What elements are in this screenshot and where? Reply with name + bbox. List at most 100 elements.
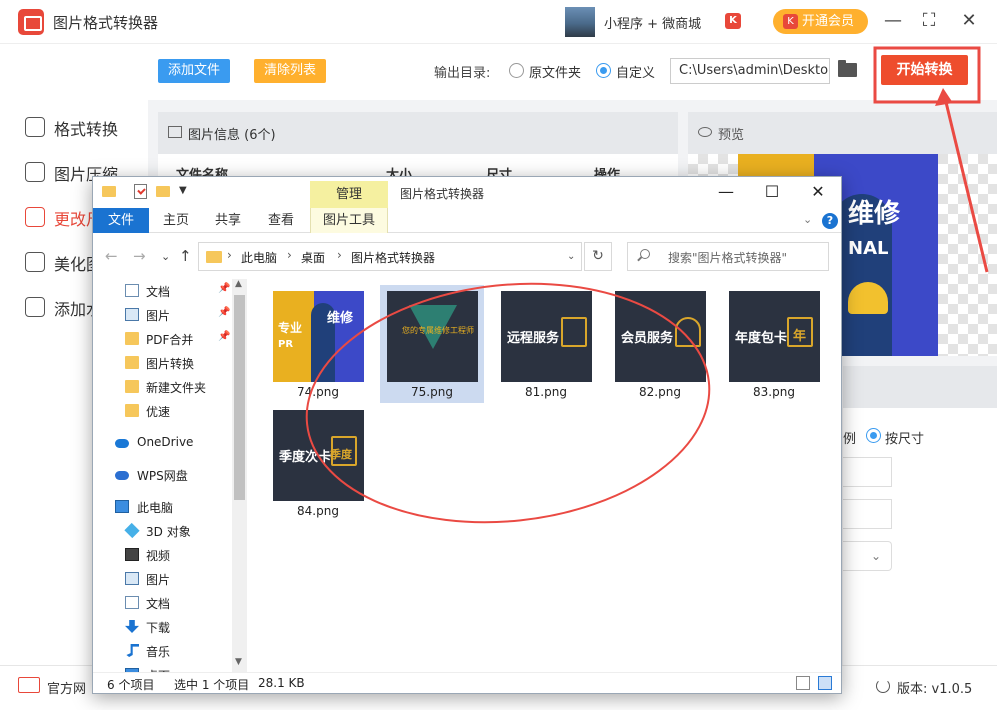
nav-item-pdf-merge[interactable]: PDF合并 📌 xyxy=(93,327,233,351)
explorer-title-bar: ▼ 管理 图片格式转换器 — ☐ ✕ xyxy=(93,177,841,208)
scroll-down-icon[interactable]: ▼ xyxy=(235,657,242,667)
clear-list-button[interactable]: 清除列表 xyxy=(254,59,326,83)
nav-item-image-convert[interactable]: 图片转换 xyxy=(93,351,233,375)
vip-icon: K xyxy=(783,14,798,29)
add-files-button[interactable]: 添加文件 xyxy=(158,59,230,83)
close-button[interactable]: ✕ xyxy=(958,10,980,32)
file-name: 84.png xyxy=(297,504,339,518)
nav-item-desktop[interactable]: 桌面 xyxy=(93,663,233,672)
file-thumbnail: 专业 维修 PR xyxy=(273,291,364,382)
nav-item-pictures[interactable]: 图片 📌 xyxy=(93,303,233,327)
unit-select[interactable]: ⌄ xyxy=(843,541,892,571)
properties-icon[interactable] xyxy=(134,184,147,199)
radio-original-label: 原文件夹 xyxy=(529,66,582,81)
minimize-button[interactable]: — xyxy=(882,10,904,32)
thumbnail-text: 季度次卡 xyxy=(279,450,332,465)
scrollbar-thumb[interactable] xyxy=(234,295,245,500)
nav-item-wps-cloud[interactable]: WPS网盘 xyxy=(93,463,233,487)
height-field[interactable] xyxy=(843,499,892,529)
address-dropdown-icon[interactable]: ⌄ xyxy=(567,251,575,262)
nav-item-this-pc[interactable]: 此电脑 xyxy=(93,495,233,519)
tab-file[interactable]: 文件 xyxy=(93,208,149,233)
file-item[interactable]: 季度次卡 季度 84.png xyxy=(266,404,370,522)
large-icons-view-icon[interactable] xyxy=(818,676,832,690)
search-input[interactable]: 搜索"图片格式转换器" xyxy=(627,242,829,271)
nav-item-yousu[interactable]: 优速 xyxy=(93,399,233,423)
chevron-right-icon: › xyxy=(287,248,292,262)
address-bar[interactable]: › 此电脑 › 桌面 › 图片格式转换器 ⌄ xyxy=(198,242,582,271)
width-field[interactable] xyxy=(843,457,892,487)
start-convert-button[interactable]: 开始转换 xyxy=(881,55,968,85)
app-logo-icon xyxy=(18,9,44,35)
breadcrumb-this-pc[interactable]: 此电脑 xyxy=(241,249,277,266)
nav-item-3d-objects[interactable]: 3D 对象 xyxy=(93,519,233,543)
scroll-up-icon[interactable]: ▲ xyxy=(235,279,242,289)
item-count: 6 个项目 xyxy=(107,678,155,692)
file-item[interactable]: 年度包卡 年 83.png xyxy=(722,285,826,403)
refresh-button[interactable]: ↻ xyxy=(584,242,612,271)
nav-item-documents-pc[interactable]: 文档 xyxy=(93,591,233,615)
vip-label: 开通会员 xyxy=(802,14,855,29)
breadcrumb-current-folder[interactable]: 图片格式转换器 xyxy=(351,249,435,266)
breadcrumb-desktop[interactable]: 桌面 xyxy=(301,249,325,266)
selected-size: 28.1 KB xyxy=(258,676,305,690)
recent-locations-icon[interactable]: ⌄ xyxy=(161,250,170,263)
mini-program-link[interactable]: 小程序 + 微商城 xyxy=(604,13,701,32)
maximize-button[interactable]: ⛶ xyxy=(918,10,940,32)
wps-cloud-icon xyxy=(115,471,129,480)
tab-share[interactable]: 共享 xyxy=(215,208,241,233)
document-icon xyxy=(125,596,139,609)
file-item[interactable]: 专业 维修 PR 74.png xyxy=(266,285,370,403)
nav-item-documents[interactable]: 文档 📌 xyxy=(93,279,233,303)
beautify-icon xyxy=(25,252,45,272)
customize-toolbar-icon[interactable]: ▼ xyxy=(179,185,187,196)
nav-item-pictures-pc[interactable]: 图片 xyxy=(93,567,233,591)
file-item[interactable]: 会员服务 82.png xyxy=(608,285,712,403)
compress-icon xyxy=(25,162,45,182)
file-name: 82.png xyxy=(639,385,681,399)
nav-item-new-folder[interactable]: 新建文件夹 xyxy=(93,375,233,399)
thumbnail-text: PR xyxy=(278,339,294,350)
nav-item-music[interactable]: 音乐 xyxy=(93,639,233,663)
explorer-maximize-button[interactable]: ☐ xyxy=(761,181,783,203)
computer-icon xyxy=(115,500,129,513)
nav-item-label: 图片 xyxy=(146,309,171,323)
document-icon xyxy=(125,284,139,297)
output-path-field[interactable]: C:\Users\admin\Deskto xyxy=(670,58,830,84)
details-view-icon[interactable] xyxy=(796,676,810,690)
image-info-title: 图片信息 (6个) xyxy=(188,128,276,143)
radio-by-size[interactable] xyxy=(866,428,881,443)
vip-button[interactable]: K 开通会员 xyxy=(773,9,868,34)
back-button[interactable]: ← xyxy=(105,247,118,265)
radio-custom-folder[interactable] xyxy=(596,63,611,78)
tab-picture-tools[interactable]: 图片工具 xyxy=(310,208,388,233)
tab-view[interactable]: 查看 xyxy=(268,208,294,233)
explorer-close-button[interactable]: ✕ xyxy=(807,181,829,203)
new-folder-icon[interactable] xyxy=(156,186,170,197)
version-label: 版本: v1.0.5 xyxy=(897,682,973,697)
mini-program-thumbnail[interactable] xyxy=(565,7,595,37)
nav-item-label: 音乐 xyxy=(146,645,171,659)
file-item[interactable]: 远程服务 81.png xyxy=(494,285,598,403)
browse-folder-icon[interactable] xyxy=(838,60,857,77)
preview-overlay-text: NAL xyxy=(848,238,889,259)
preview-helmet xyxy=(848,282,888,314)
file-item-selected[interactable]: 您的专属维修工程师 75.png xyxy=(380,285,484,403)
tab-manage[interactable]: 管理 xyxy=(310,181,388,208)
search-icon xyxy=(640,249,650,259)
nav-scrollbar[interactable]: ▲ ▼ xyxy=(232,279,247,672)
nav-item-videos[interactable]: 视频 xyxy=(93,543,233,567)
pin-icon: 📌 xyxy=(218,331,231,342)
forward-button[interactable]: → xyxy=(133,247,146,265)
official-site-link[interactable]: 官方网 xyxy=(47,678,86,697)
nav-item-downloads[interactable]: 下载 xyxy=(93,615,233,639)
radio-original-folder[interactable] xyxy=(509,63,524,78)
expand-ribbon-icon[interactable]: ⌄ xyxy=(803,213,812,226)
up-button[interactable]: ↑ xyxy=(179,247,192,265)
help-icon[interactable]: ? xyxy=(822,213,838,229)
calendar-badge: 季度 xyxy=(330,448,352,461)
nav-item-onedrive[interactable]: OneDrive xyxy=(93,431,233,455)
nav-item-label: 新建文件夹 xyxy=(146,381,207,395)
tab-home[interactable]: 主页 xyxy=(163,208,189,233)
explorer-minimize-button[interactable]: — xyxy=(715,181,737,203)
